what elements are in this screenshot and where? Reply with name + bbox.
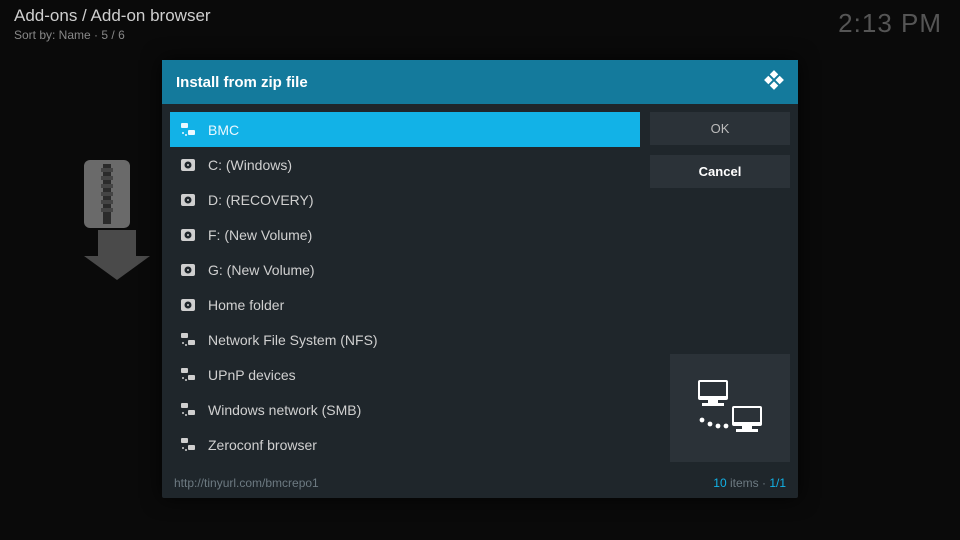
file-row-label: UPnP devices xyxy=(208,367,296,383)
file-row[interactable]: D: (RECOVERY) xyxy=(170,182,640,217)
dialog-title: Install from zip file xyxy=(176,74,308,91)
file-row[interactable]: G: (New Volume) xyxy=(170,252,640,287)
dialog-titlebar: Install from zip file xyxy=(162,60,798,104)
file-list: BMC C: (Windows) D: (RECOVERY) F: (New Volu… xyxy=(170,112,640,462)
file-row-label: Zeroconf browser xyxy=(208,437,317,453)
file-row[interactable]: BMC xyxy=(170,112,640,147)
disk-icon xyxy=(180,297,196,313)
breadcrumb: Add-ons / Add-on browser xyxy=(14,6,211,26)
preview-network-icon xyxy=(670,354,790,462)
footer-count: 10 items · 1/1 xyxy=(713,476,786,490)
network-icon xyxy=(180,402,196,418)
file-row-label: Network File System (NFS) xyxy=(208,332,378,348)
file-row[interactable]: F: (New Volume) xyxy=(170,217,640,252)
list-position: 5 / 6 xyxy=(101,28,124,42)
network-icon xyxy=(180,437,196,453)
file-row-label: C: (Windows) xyxy=(208,157,292,173)
file-row-label: BMC xyxy=(208,122,239,138)
network-icon xyxy=(180,367,196,383)
file-row[interactable]: Home folder xyxy=(170,287,640,322)
file-row[interactable]: Network File System (NFS) xyxy=(170,322,640,357)
disk-icon xyxy=(180,192,196,208)
file-row-label: Home folder xyxy=(208,297,284,313)
zip-background-icon xyxy=(80,160,166,280)
sort-label: Sort by: Name xyxy=(14,28,91,42)
disk-icon xyxy=(180,157,196,173)
kodi-logo-icon xyxy=(764,70,784,94)
disk-icon xyxy=(180,262,196,278)
network-icon xyxy=(180,122,196,138)
file-row[interactable]: Zeroconf browser xyxy=(170,427,640,462)
page-header: Add-ons / Add-on browser Sort by: Name ·… xyxy=(14,6,211,42)
file-row-label: F: (New Volume) xyxy=(208,227,312,243)
dialog-footer: http://tinyurl.com/bmcrepo1 10 items · 1… xyxy=(162,470,798,498)
file-row[interactable]: Windows network (SMB) xyxy=(170,392,640,427)
file-row-label: Windows network (SMB) xyxy=(208,402,361,418)
sort-line: Sort by: Name · 5 / 6 xyxy=(14,28,211,42)
cancel-button[interactable]: Cancel xyxy=(650,155,790,188)
footer-path: http://tinyurl.com/bmcrepo1 xyxy=(174,476,319,490)
file-row[interactable]: UPnP devices xyxy=(170,357,640,392)
file-row-label: D: (RECOVERY) xyxy=(208,192,314,208)
install-zip-dialog: Install from zip file BMC C: (Windows) D: … xyxy=(162,60,798,498)
network-icon xyxy=(180,332,196,348)
dialog-right-column: OK Cancel xyxy=(650,112,790,462)
file-row[interactable]: C: (Windows) xyxy=(170,147,640,182)
ok-button[interactable]: OK xyxy=(650,112,790,145)
disk-icon xyxy=(180,227,196,243)
file-row-label: G: (New Volume) xyxy=(208,262,315,278)
clock: 2:13 PM xyxy=(838,8,942,39)
